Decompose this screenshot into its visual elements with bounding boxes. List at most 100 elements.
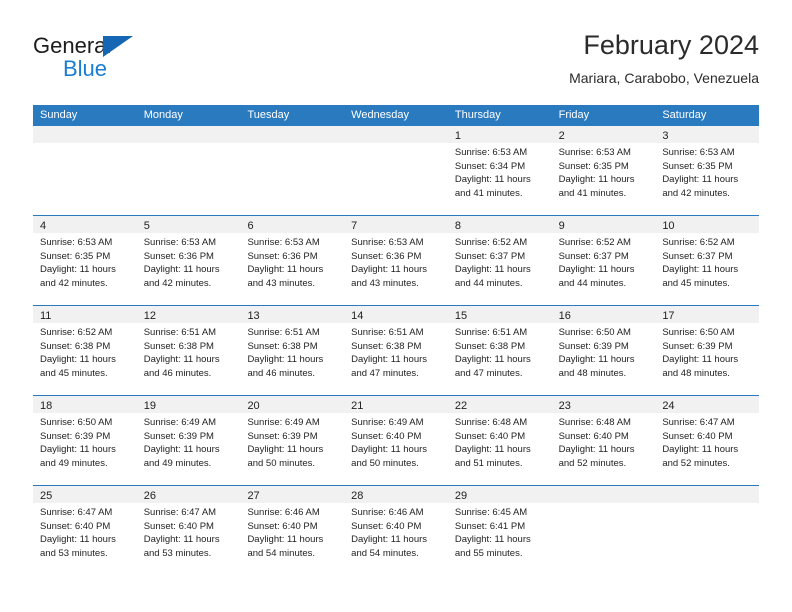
sunset-text: Sunset: 6:34 PM bbox=[454, 160, 526, 172]
day-number-band: 18 bbox=[33, 396, 137, 413]
day-number-band: 21 bbox=[344, 396, 448, 413]
sunset-text: Sunset: 6:41 PM bbox=[454, 520, 526, 532]
page-subtitle: Mariara, Carabobo, Venezuela bbox=[569, 70, 759, 86]
calendar-day-cell[interactable]: 28 Sunrise: 6:46 AM Sunset: 6:40 PM Dayligh… bbox=[344, 486, 448, 575]
day-number: 12 bbox=[143, 310, 156, 322]
calendar-day-cell[interactable]: 16 Sunrise: 6:50 AM Sunset: 6:39 PM Dayligh… bbox=[551, 306, 656, 395]
day-number-band: 9 bbox=[551, 216, 656, 233]
calendar-cell-empty bbox=[240, 126, 345, 215]
daylight-text: Daylight: 11 hours and 44 minutes. bbox=[558, 264, 635, 289]
calendar-day-cell[interactable]: 26 Sunrise: 6:47 AM Sunset: 6:40 PM Dayligh… bbox=[136, 486, 241, 575]
day-details: Sunrise: 6:53 AM Sunset: 6:35 PM Daylight:… bbox=[552, 143, 656, 200]
day-number: 13 bbox=[247, 310, 260, 322]
calendar-day-cell[interactable]: 13 Sunrise: 6:51 AM Sunset: 6:38 PM Dayligh… bbox=[240, 306, 345, 395]
calendar-day-cell[interactable]: 12 Sunrise: 6:51 AM Sunset: 6:38 PM Dayligh… bbox=[136, 306, 241, 395]
sunset-text: Sunset: 6:39 PM bbox=[662, 340, 733, 352]
day-number-band: 12 bbox=[136, 306, 241, 323]
calendar-day-cell[interactable]: 3 Sunrise: 6:53 AM Sunset: 6:35 PM Daylight… bbox=[655, 126, 760, 215]
sunrise-text: Sunrise: 6:53 AM bbox=[558, 147, 631, 158]
day-number-band: 29 bbox=[447, 486, 552, 503]
calendar-day-cell[interactable]: 17 Sunrise: 6:50 AM Sunset: 6:39 PM Dayligh… bbox=[655, 306, 760, 395]
sunrise-text: Sunrise: 6:49 AM bbox=[143, 417, 217, 428]
day-number: 28 bbox=[351, 490, 364, 502]
sunset-text: Sunset: 6:40 PM bbox=[351, 520, 422, 532]
day-details: Sunrise: 6:53 AM Sunset: 6:35 PM Daylight:… bbox=[655, 143, 759, 200]
day-details: Sunrise: 6:50 AM Sunset: 6:39 PM Daylight:… bbox=[655, 323, 759, 380]
day-number-band: 16 bbox=[551, 306, 656, 323]
calendar-day-cell[interactable]: 29 Sunrise: 6:45 AM Sunset: 6:41 PM Dayligh… bbox=[447, 486, 552, 575]
day-number-band: 20 bbox=[240, 396, 345, 413]
calendar-day-cell[interactable]: 7 Sunrise: 6:53 AM Sunset: 6:36 PM Daylight… bbox=[344, 216, 448, 305]
daylight-text: Daylight: 11 hours and 52 minutes. bbox=[662, 444, 739, 469]
day-number: 21 bbox=[351, 400, 364, 412]
calendar-day-cell[interactable]: 22 Sunrise: 6:48 AM Sunset: 6:40 PM Dayligh… bbox=[447, 396, 552, 485]
calendar-weeks: 1 Sunrise: 6:53 AM Sunset: 6:34 PM Daylight… bbox=[33, 126, 760, 575]
day-number: 24 bbox=[662, 400, 675, 412]
calendar-day-cell[interactable]: 5 Sunrise: 6:53 AM Sunset: 6:36 PM Daylight… bbox=[136, 216, 241, 305]
calendar-day-cell[interactable]: 23 Sunrise: 6:48 AM Sunset: 6:40 PM Dayligh… bbox=[551, 396, 656, 485]
calendar-day-cell[interactable]: 21 Sunrise: 6:49 AM Sunset: 6:40 PM Dayligh… bbox=[344, 396, 448, 485]
weekday-header-saturday: Saturday bbox=[662, 109, 707, 121]
day-details: Sunrise: 6:52 AM Sunset: 6:37 PM Daylight:… bbox=[448, 233, 552, 290]
calendar-day-cell[interactable]: 1 Sunrise: 6:53 AM Sunset: 6:34 PM Daylight… bbox=[447, 126, 552, 215]
sunset-text: Sunset: 6:38 PM bbox=[40, 340, 111, 352]
sunset-text: Sunset: 6:36 PM bbox=[351, 250, 422, 262]
day-number: 23 bbox=[558, 400, 571, 412]
sunrise-text: Sunrise: 6:47 AM bbox=[143, 507, 217, 518]
sunrise-text: Sunrise: 6:53 AM bbox=[351, 237, 424, 248]
day-number-band bbox=[33, 126, 137, 143]
day-details: Sunrise: 6:51 AM Sunset: 6:38 PM Daylight:… bbox=[137, 323, 241, 380]
sunset-text: Sunset: 6:38 PM bbox=[351, 340, 422, 352]
sunset-text: Sunset: 6:38 PM bbox=[143, 340, 214, 352]
calendar-day-cell[interactable]: 6 Sunrise: 6:53 AM Sunset: 6:36 PM Daylight… bbox=[240, 216, 345, 305]
calendar-day-cell[interactable]: 8 Sunrise: 6:52 AM Sunset: 6:37 PM Daylight… bbox=[447, 216, 552, 305]
day-number-band bbox=[655, 486, 760, 503]
sunset-text: Sunset: 6:36 PM bbox=[247, 250, 318, 262]
calendar-day-cell[interactable]: 15 Sunrise: 6:51 AM Sunset: 6:38 PM Dayligh… bbox=[447, 306, 552, 395]
calendar-day-cell[interactable]: 19 Sunrise: 6:49 AM Sunset: 6:39 PM Dayligh… bbox=[136, 396, 241, 485]
sunset-text: Sunset: 6:37 PM bbox=[454, 250, 526, 262]
calendar-page: General Blue February 2024 Mariara, Cara… bbox=[0, 0, 792, 612]
day-number: 16 bbox=[558, 310, 571, 322]
logo-text-blue: Blue bbox=[63, 56, 108, 81]
day-number-band: 22 bbox=[447, 396, 552, 413]
daylight-text: Daylight: 11 hours and 51 minutes. bbox=[454, 444, 531, 469]
day-number: 19 bbox=[143, 400, 156, 412]
day-details: Sunrise: 6:51 AM Sunset: 6:38 PM Daylight:… bbox=[344, 323, 448, 380]
sunrise-text: Sunrise: 6:52 AM bbox=[662, 237, 735, 248]
calendar-day-cell[interactable]: 2 Sunrise: 6:53 AM Sunset: 6:35 PM Daylight… bbox=[551, 126, 656, 215]
daylight-text: Daylight: 11 hours and 55 minutes. bbox=[454, 534, 531, 559]
day-number-band: 4 bbox=[33, 216, 137, 233]
generalblue-logo[interactable]: General Blue bbox=[33, 34, 213, 90]
calendar-week-row: 18 Sunrise: 6:50 AM Sunset: 6:39 PM Dayligh… bbox=[33, 395, 760, 485]
calendar-day-cell[interactable]: 10 Sunrise: 6:52 AM Sunset: 6:37 PM Dayligh… bbox=[655, 216, 760, 305]
logo-triangle-icon bbox=[103, 36, 133, 57]
sunrise-text: Sunrise: 6:53 AM bbox=[662, 147, 735, 158]
sunrise-text: Sunrise: 6:51 AM bbox=[247, 327, 320, 338]
calendar-day-cell[interactable]: 4 Sunrise: 6:53 AM Sunset: 6:35 PM Daylight… bbox=[33, 216, 137, 305]
day-details: Sunrise: 6:53 AM Sunset: 6:36 PM Daylight:… bbox=[344, 233, 448, 290]
day-details: Sunrise: 6:53 AM Sunset: 6:36 PM Daylight:… bbox=[137, 233, 241, 290]
sunset-text: Sunset: 6:35 PM bbox=[662, 160, 733, 172]
calendar-day-cell[interactable]: 9 Sunrise: 6:52 AM Sunset: 6:37 PM Daylight… bbox=[551, 216, 656, 305]
daylight-text: Daylight: 11 hours and 50 minutes. bbox=[247, 444, 324, 469]
calendar-day-cell[interactable]: 14 Sunrise: 6:51 AM Sunset: 6:38 PM Dayligh… bbox=[344, 306, 448, 395]
daylight-text: Daylight: 11 hours and 46 minutes. bbox=[143, 354, 220, 379]
sunrise-text: Sunrise: 6:45 AM bbox=[454, 507, 528, 518]
day-number-band: 19 bbox=[136, 396, 241, 413]
calendar-day-cell[interactable]: 20 Sunrise: 6:49 AM Sunset: 6:39 PM Dayligh… bbox=[240, 396, 345, 485]
daylight-text: Daylight: 11 hours and 41 minutes. bbox=[558, 174, 635, 199]
day-number: 5 bbox=[143, 220, 150, 232]
calendar-day-cell[interactable]: 18 Sunrise: 6:50 AM Sunset: 6:39 PM Dayligh… bbox=[33, 396, 137, 485]
calendar-day-cell[interactable]: 24 Sunrise: 6:47 AM Sunset: 6:40 PM Dayligh… bbox=[655, 396, 760, 485]
day-number: 1 bbox=[454, 130, 461, 142]
page-title: February 2024 bbox=[583, 30, 759, 60]
calendar-day-cell[interactable]: 27 Sunrise: 6:46 AM Sunset: 6:40 PM Dayligh… bbox=[240, 486, 345, 575]
day-number-band: 26 bbox=[136, 486, 241, 503]
calendar-day-cell[interactable]: 11 Sunrise: 6:52 AM Sunset: 6:38 PM Dayligh… bbox=[33, 306, 137, 395]
day-number: 20 bbox=[247, 400, 260, 412]
day-number-band: 6 bbox=[240, 216, 345, 233]
calendar-day-cell[interactable]: 25 Sunrise: 6:47 AM Sunset: 6:40 PM Dayligh… bbox=[33, 486, 137, 575]
sunset-text: Sunset: 6:35 PM bbox=[40, 250, 111, 262]
logo-text-general: General bbox=[33, 33, 112, 58]
